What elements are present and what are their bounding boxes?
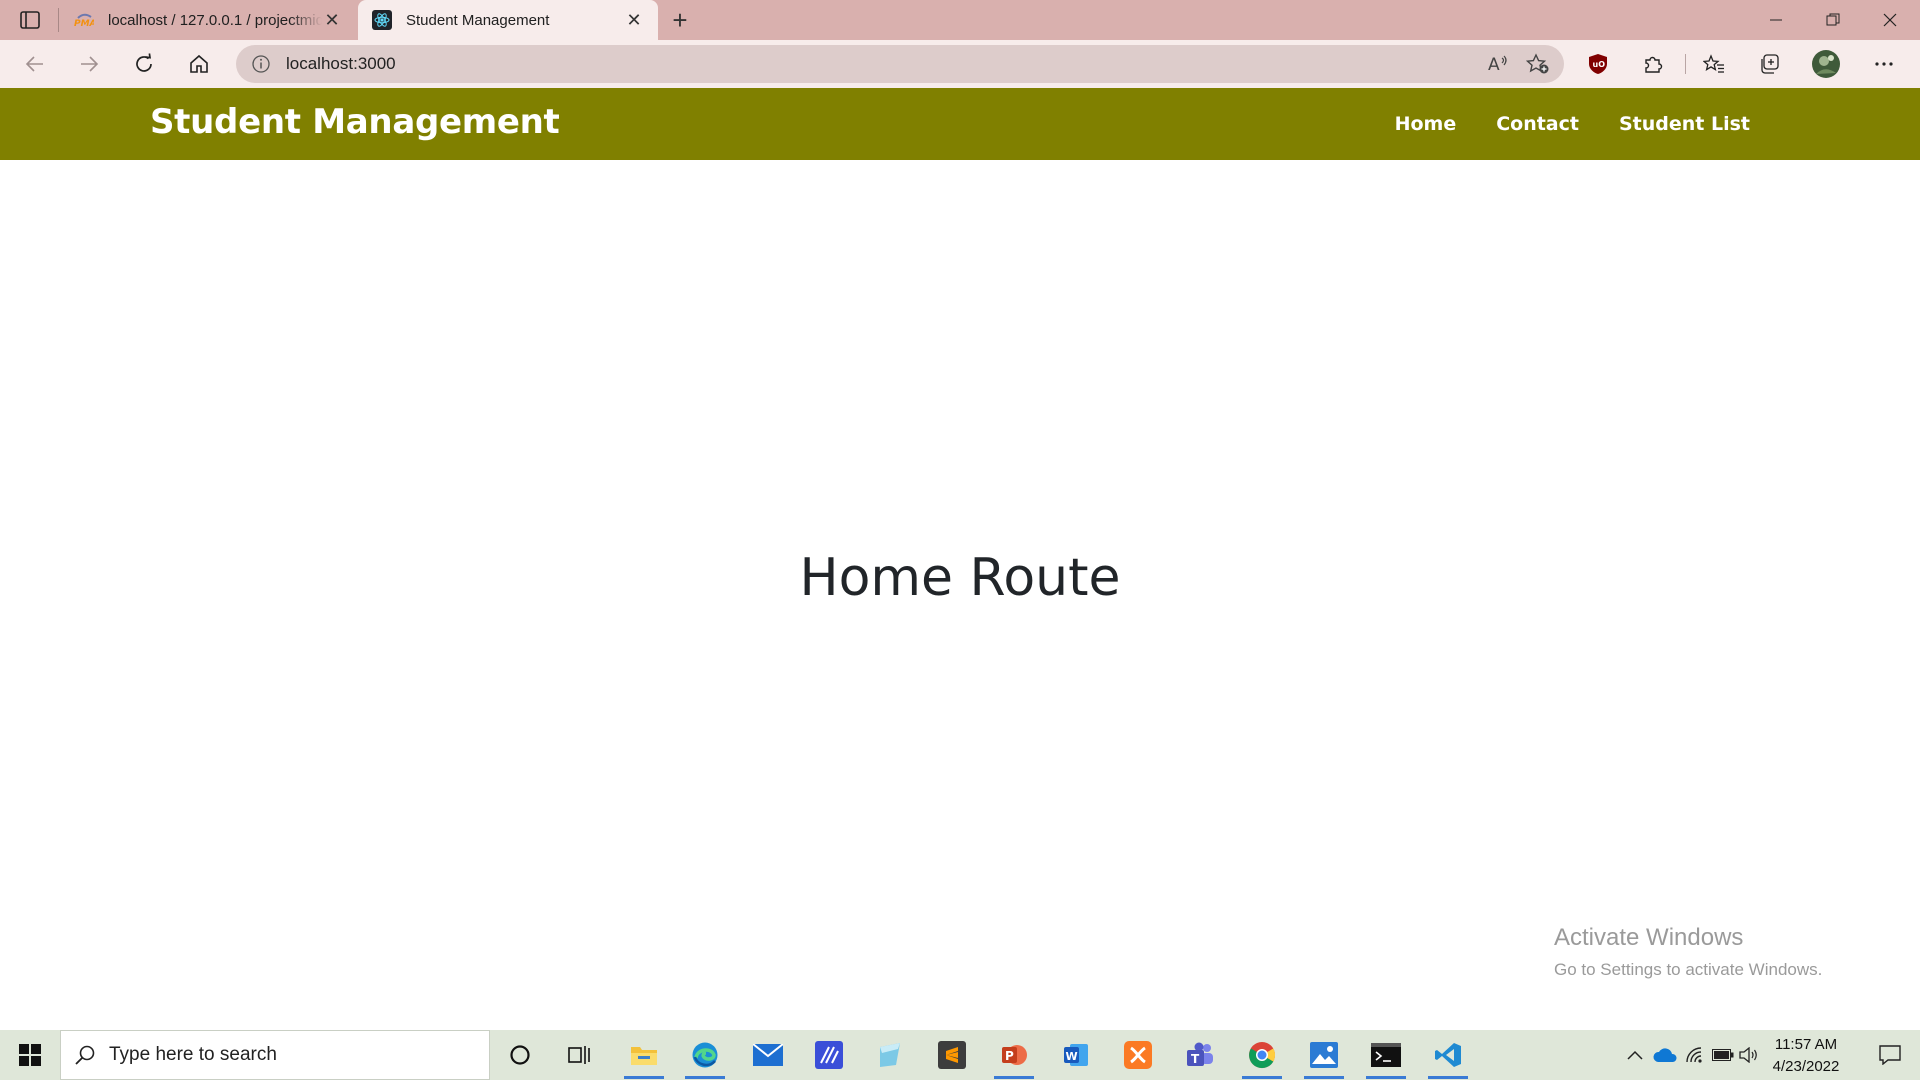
site-nav-links: Home Contact Student List xyxy=(1395,88,1750,160)
more-options-icon[interactable] xyxy=(1864,48,1904,80)
favorites-icon[interactable] xyxy=(1694,48,1734,80)
vscode-icon[interactable] xyxy=(1420,1030,1476,1080)
sublime-text-icon[interactable] xyxy=(924,1030,980,1080)
minimize-icon[interactable] xyxy=(1748,0,1804,40)
file-explorer-icon[interactable] xyxy=(616,1030,672,1080)
watermark-subtitle: Go to Settings to activate Windows. xyxy=(1554,960,1823,979)
wifi-icon[interactable] xyxy=(1680,1030,1710,1080)
running-indicator xyxy=(1304,1076,1344,1079)
tab-actions-icon[interactable] xyxy=(16,7,44,33)
svg-text:P: P xyxy=(1005,1049,1014,1063)
tab-phpmyadmin[interactable]: PMA localhost / 127.0.0.1 / projectmid ✕ xyxy=(60,0,356,40)
tab-title: localhost / 127.0.0.1 / projectmid xyxy=(108,11,322,29)
tab-separator xyxy=(58,8,59,32)
photos-icon[interactable] xyxy=(1296,1030,1352,1080)
nav-link-contact[interactable]: Contact xyxy=(1496,113,1579,135)
extensions-icon[interactable] xyxy=(1633,48,1673,80)
svg-text:uO: uO xyxy=(1593,60,1606,69)
tab-student-management[interactable]: Student Management ✕ xyxy=(358,0,658,40)
forward-arrow-icon[interactable] xyxy=(71,48,107,80)
volume-icon[interactable] xyxy=(1736,1030,1762,1080)
tab-title: Student Management xyxy=(406,11,550,29)
read-aloud-icon[interactable]: A xyxy=(1478,48,1518,80)
running-indicator xyxy=(1366,1076,1406,1079)
back-arrow-icon[interactable] xyxy=(17,48,53,80)
task-view-icon[interactable] xyxy=(552,1030,608,1080)
running-indicator xyxy=(1428,1076,1468,1079)
page-heading: Home Route xyxy=(799,548,1121,608)
windows-start-icon[interactable] xyxy=(0,1030,60,1080)
taskbar-clock[interactable]: 11:57 AM 4/23/2022 xyxy=(1760,1034,1852,1078)
clock-time: 11:57 AM xyxy=(1774,1036,1838,1053)
react-icon xyxy=(372,10,392,30)
window-close-icon[interactable] xyxy=(1862,0,1918,40)
browser-toolbar: localhost:3000 A uO xyxy=(0,40,1920,88)
search-icon xyxy=(61,1044,109,1066)
powerpoint-icon[interactable]: P xyxy=(986,1030,1042,1080)
site-navbar: Student Management Home Contact Student … xyxy=(0,88,1920,160)
collections-icon[interactable] xyxy=(1749,48,1789,80)
phpmyadmin-icon: PMA xyxy=(74,10,94,30)
new-tab-button[interactable]: + xyxy=(664,5,696,35)
ublock-icon[interactable]: uO xyxy=(1578,48,1618,80)
toolbar-separator xyxy=(1685,54,1686,74)
site-info-icon[interactable] xyxy=(250,53,272,75)
mail-icon[interactable] xyxy=(740,1030,796,1080)
svg-text:T: T xyxy=(1191,1052,1200,1066)
close-icon[interactable]: ✕ xyxy=(322,10,342,30)
cortana-icon[interactable] xyxy=(492,1030,548,1080)
url-text[interactable]: localhost:3000 xyxy=(286,54,1478,74)
edge-icon[interactable] xyxy=(677,1030,733,1080)
taskbar: Type here to search P W T 11:57 AM 4/23/… xyxy=(0,1030,1920,1080)
terminal-icon[interactable] xyxy=(1358,1030,1414,1080)
search-placeholder: Type here to search xyxy=(109,1044,277,1065)
nav-link-home[interactable]: Home xyxy=(1395,113,1457,135)
battery-icon[interactable] xyxy=(1708,1030,1738,1080)
add-favorite-icon[interactable] xyxy=(1518,48,1558,80)
svg-text:W: W xyxy=(1066,1050,1078,1063)
word-icon[interactable]: W xyxy=(1048,1030,1104,1080)
close-icon[interactable]: ✕ xyxy=(624,10,644,30)
xampp-icon[interactable] xyxy=(1110,1030,1166,1080)
home-icon[interactable] xyxy=(181,48,217,80)
address-bar[interactable]: localhost:3000 A xyxy=(236,45,1564,83)
nav-link-student-list[interactable]: Student List xyxy=(1619,113,1750,135)
running-indicator xyxy=(624,1076,664,1079)
power-automate-icon[interactable] xyxy=(801,1030,857,1080)
restore-icon[interactable] xyxy=(1805,0,1861,40)
taskbar-search[interactable]: Type here to search xyxy=(60,1030,490,1080)
running-indicator xyxy=(685,1076,725,1079)
chrome-icon[interactable] xyxy=(1234,1030,1290,1080)
activate-windows-watermark: Activate Windows Go to Settings to activ… xyxy=(1554,924,1822,980)
profile-avatar[interactable] xyxy=(1806,48,1846,80)
tab-strip: PMA localhost / 127.0.0.1 / projectmid ✕… xyxy=(0,0,1920,40)
notes-app-icon[interactable] xyxy=(862,1030,918,1080)
watermark-title: Activate Windows xyxy=(1554,924,1744,951)
show-hidden-icons-icon[interactable] xyxy=(1620,1030,1650,1080)
teams-icon[interactable]: T xyxy=(1172,1030,1228,1080)
notification-center-icon[interactable] xyxy=(1862,1030,1918,1080)
running-indicator xyxy=(994,1076,1034,1079)
clock-date: 4/23/2022 xyxy=(1772,1058,1840,1075)
site-brand[interactable]: Student Management xyxy=(150,102,560,142)
onedrive-icon[interactable] xyxy=(1650,1030,1680,1080)
running-indicator xyxy=(1242,1076,1282,1079)
svg-text:PMA: PMA xyxy=(74,19,94,28)
reload-icon[interactable] xyxy=(126,48,162,80)
svg-text:A: A xyxy=(1488,55,1500,74)
